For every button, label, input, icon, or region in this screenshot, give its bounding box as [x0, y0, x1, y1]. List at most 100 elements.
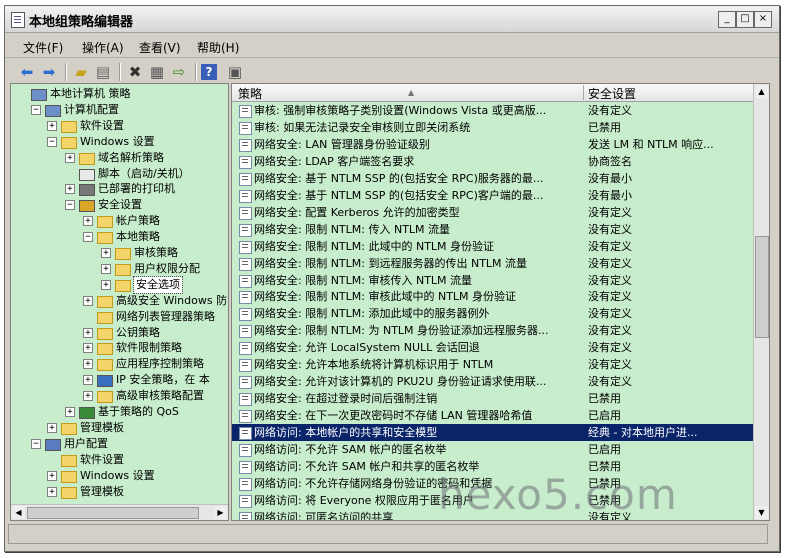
scroll-thumb[interactable] — [755, 236, 769, 338]
expand-icon[interactable]: + — [47, 486, 57, 497]
security-setting-value: 没有定义 — [588, 290, 632, 304]
export-list-icon[interactable]: ⇨ — [169, 62, 189, 82]
policy-list-pane: 策略 ▲ 安全设置 审核: 强制审核策略子类别设置(Windows Vista … — [231, 83, 770, 521]
folder-icon — [97, 343, 113, 356]
table-row[interactable]: 网络安全: 允许 LocalSystem NULL 会话回退 没有定义 — [232, 339, 755, 356]
expand-icon[interactable]: + — [101, 248, 111, 258]
script-icon — [79, 168, 95, 181]
computer-icon — [31, 89, 47, 101]
toolbar: ⬅ ➡ ▰ ▤ ✖ ▦ ⇨ ? ▣ — [5, 58, 779, 86]
expand-icon[interactable]: + — [65, 407, 75, 417]
toolbar-separator — [195, 63, 197, 81]
collapse-icon[interactable]: − — [31, 438, 41, 449]
table-row[interactable]: 网络安全: 基于 NTLM SSP 的(包括安全 RPC)服务器的最... 没有最… — [232, 170, 755, 187]
expand-icon[interactable]: + — [47, 120, 57, 131]
policy-setting-icon — [239, 376, 252, 390]
list-vertical-scrollbar[interactable]: ▲ ▼ — [753, 84, 769, 520]
table-row[interactable]: 网络安全: LAN 管理器身份验证级别 发送 LM 和 NTLM 响应... — [232, 136, 755, 153]
folder-icon — [97, 327, 113, 340]
expand-icon[interactable]: + — [65, 184, 75, 195]
help-icon[interactable]: ? — [201, 64, 217, 80]
folder-icon — [115, 279, 131, 292]
policy-name: 网络安全: 限制 NTLM: 此域中的 NTLM 身份验证 — [254, 239, 495, 253]
table-row[interactable]: 网络访问: 本地帐户的共享和安全模型 经典 - 对本地用户进... — [232, 424, 755, 442]
mmc-window-icon[interactable]: ▣ — [225, 62, 245, 82]
tree-item-label: Windows 设置 — [80, 468, 155, 482]
collapse-icon[interactable]: − — [83, 232, 93, 243]
policy-setting-icon — [239, 257, 252, 271]
collapse-icon[interactable]: − — [47, 136, 57, 147]
table-row[interactable]: 网络安全: 限制 NTLM: 审核此域中的 NTLM 身份验证 没有定义 — [232, 288, 755, 305]
maximize-button[interactable]: □ — [736, 11, 754, 28]
security-setting-value: 没有定义 — [588, 358, 632, 372]
security-icon — [79, 200, 95, 213]
tree-item-label: 审核策略 — [134, 246, 178, 259]
back-arrow-icon[interactable]: ⬅ — [17, 62, 37, 82]
tree-item-label: 应用程序控制策略 — [116, 357, 204, 371]
expand-icon[interactable]: + — [83, 216, 93, 227]
expand-icon[interactable]: + — [47, 470, 57, 481]
table-row[interactable]: 网络安全: 限制 NTLM: 传入 NTLM 流量 没有定义 — [232, 221, 755, 238]
show-hide-tree-icon[interactable]: ▤ — [93, 62, 113, 82]
expand-icon[interactable]: + — [47, 422, 57, 433]
security-setting-value: 没有定义 — [588, 273, 632, 287]
security-setting-value: 没有定义 — [588, 239, 632, 253]
scroll-right-icon[interactable]: ▶ — [214, 506, 227, 519]
policy-setting-icon — [239, 121, 252, 135]
column-header-setting[interactable]: 安全设置 — [588, 85, 636, 102]
tree-pane: 本地计算机 策略 − 计算机配置 + 软件设置 − Windows 设置 + 域名解析策略 脚本（… — [10, 83, 229, 521]
folder-icon — [61, 120, 77, 133]
table-row[interactable]: 网络安全: 限制 NTLM: 审核传入 NTLM 流量 没有定义 — [232, 272, 755, 289]
table-row[interactable]: 网络安全: 限制 NTLM: 添加此域中的服务器例外 没有定义 — [232, 305, 755, 322]
column-divider[interactable] — [583, 85, 584, 100]
scroll-left-icon[interactable]: ◀ — [12, 506, 25, 519]
collapse-icon[interactable]: − — [31, 104, 41, 115]
expand-icon[interactable]: + — [65, 152, 75, 163]
table-row[interactable]: 网络安全: 在超过登录时间后强制注销 已禁用 — [232, 390, 755, 407]
up-folder-icon[interactable]: ▰ — [71, 62, 91, 82]
folder-icon — [79, 152, 95, 165]
scroll-down-icon[interactable]: ▼ — [755, 506, 768, 519]
table-row[interactable]: 审核: 如果无法记录安全审核则立即关闭系统 已禁用 — [232, 119, 755, 136]
properties-icon[interactable]: ▦ — [147, 62, 167, 82]
scroll-up-icon[interactable]: ▲ — [755, 85, 768, 98]
minimize-button[interactable]: _ — [718, 11, 736, 28]
expand-icon[interactable]: + — [83, 343, 93, 354]
menu-help[interactable]: 帮助(H) — [197, 39, 239, 56]
menu-view[interactable]: 查看(V) — [139, 39, 181, 56]
expand-icon[interactable]: + — [101, 279, 111, 290]
table-row[interactable]: 网络安全: 在下一次更改密码时不存储 LAN 管理器哈希值 已启用 — [232, 407, 755, 424]
policy-setting-icon — [239, 393, 252, 407]
menu-file[interactable]: 文件(F) — [23, 39, 63, 56]
scroll-thumb[interactable] — [27, 507, 199, 519]
expand-icon[interactable]: + — [101, 263, 111, 274]
delete-icon[interactable]: ✖ — [125, 62, 145, 82]
title-bar[interactable]: 本地组策略编辑器 _ □ × — [5, 6, 779, 33]
expand-icon[interactable]: + — [83, 391, 93, 402]
table-row[interactable]: 审核: 强制审核策略子类别设置(Windows Vista 或更高版... 没有定… — [232, 102, 755, 119]
policy-setting-icon — [239, 189, 252, 203]
collapse-icon[interactable]: − — [65, 200, 75, 211]
table-row[interactable]: 网络安全: LDAP 客户端签名要求 协商签名 — [232, 153, 755, 170]
policy-name: 网络安全: LAN 管理器身份验证级别 — [254, 137, 430, 151]
column-header-policy[interactable]: 策略 — [238, 85, 262, 102]
table-row[interactable]: 网络安全: 允许本地系统将计算机标识用于 NTLM 没有定义 — [232, 356, 755, 373]
tree-item-label: 软件设置 — [80, 452, 124, 466]
close-button[interactable]: × — [754, 11, 772, 28]
table-row[interactable]: 网络安全: 限制 NTLM: 到远程服务器的传出 NTLM 流量 没有定义 — [232, 255, 755, 272]
policy-setting-icon — [239, 155, 252, 169]
table-row[interactable]: 网络安全: 配置 Kerberos 允许的加密类型 没有定义 — [232, 204, 755, 221]
table-row[interactable]: 网络访问: 不允许 SAM 帐户的匿名枚举 已启用 — [232, 441, 755, 458]
table-row[interactable]: 网络安全: 限制 NTLM: 为 NTLM 身份验证添加远程服务器... 没有定义 — [232, 322, 755, 339]
tree-item-label: 域名解析策略 — [98, 150, 164, 164]
expand-icon[interactable]: + — [83, 375, 93, 386]
expand-icon[interactable]: + — [83, 359, 93, 370]
expand-icon[interactable]: + — [83, 295, 93, 306]
table-row[interactable]: 网络安全: 限制 NTLM: 此域中的 NTLM 身份验证 没有定义 — [232, 238, 755, 255]
table-row[interactable]: 网络安全: 基于 NTLM SSP 的(包括安全 RPC)客户端的最... 没有最… — [232, 187, 755, 204]
forward-arrow-icon[interactable]: ➡ — [39, 62, 59, 82]
table-row[interactable]: 网络安全: 允许对该计算机的 PKU2U 身份验证请求使用联... 没有定义 — [232, 373, 755, 390]
expand-icon[interactable]: + — [83, 327, 93, 338]
menu-action[interactable]: 操作(A) — [82, 39, 124, 56]
tree-horizontal-scrollbar[interactable]: ◀ ▶ — [11, 504, 228, 520]
